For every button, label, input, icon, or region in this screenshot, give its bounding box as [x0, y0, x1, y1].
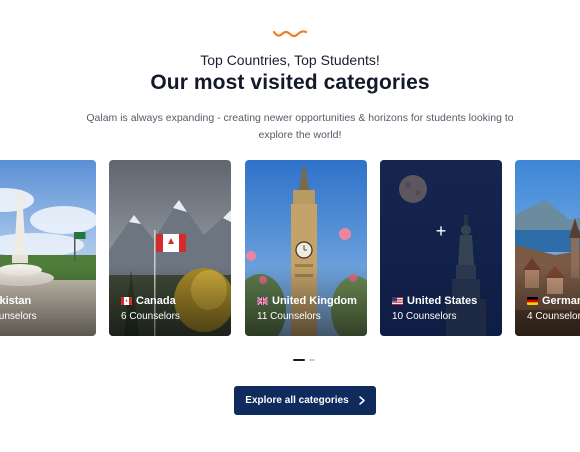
plus-icon[interactable]: + — [434, 222, 448, 240]
section-heading: Our most visited categories — [150, 71, 430, 94]
section-description: Qalam is always expanding - creating new… — [86, 112, 514, 141]
explore-all-categories-button[interactable]: Explore all categories — [234, 386, 376, 415]
card-country-name: Germar — [527, 295, 580, 307]
uk-flag-icon — [257, 297, 268, 305]
card-counselor-count: Counselors — [0, 311, 37, 322]
carousel-dot-1[interactable] — [293, 359, 305, 361]
card-country-name: Canada — [121, 295, 180, 307]
section-eyebrow: Top Countries, Top Students! — [200, 52, 380, 68]
wave-ornament-icon — [273, 30, 307, 38]
category-card-united-kingdom[interactable]: United Kingdom 11 Counselors — [245, 160, 367, 336]
card-counselor-count: 10 Counselors — [392, 311, 457, 322]
card-counselor-count: 6 Counselors — [121, 311, 180, 322]
card-counselor-count: 11 Counselors — [257, 311, 321, 322]
chevron-right-icon — [358, 396, 365, 405]
us-flag-icon — [392, 297, 403, 305]
card-country-name: Pakistan — [0, 295, 32, 307]
carousel-pagination — [293, 359, 315, 361]
category-card-germany[interactable]: Germar 4 Counselors — [515, 160, 580, 336]
card-counselor-count: 4 Counselors — [527, 311, 580, 322]
germany-flag-icon — [527, 297, 538, 305]
category-card-united-states[interactable]: + United States 10 Counselors — [380, 160, 502, 336]
carousel-dot-2[interactable] — [309, 359, 315, 361]
card-country-name: United Kingdom — [257, 295, 357, 307]
canada-flag-icon — [121, 297, 132, 305]
cta-label: Explore all categories — [245, 395, 349, 406]
category-card-pakistan[interactable]: Pakistan Counselors — [0, 160, 96, 336]
category-card-canada[interactable]: Canada 6 Counselors — [109, 160, 231, 336]
categories-carousel: Pakistan Counselors Can — [0, 160, 580, 336]
card-country-name: United States — [392, 295, 477, 307]
